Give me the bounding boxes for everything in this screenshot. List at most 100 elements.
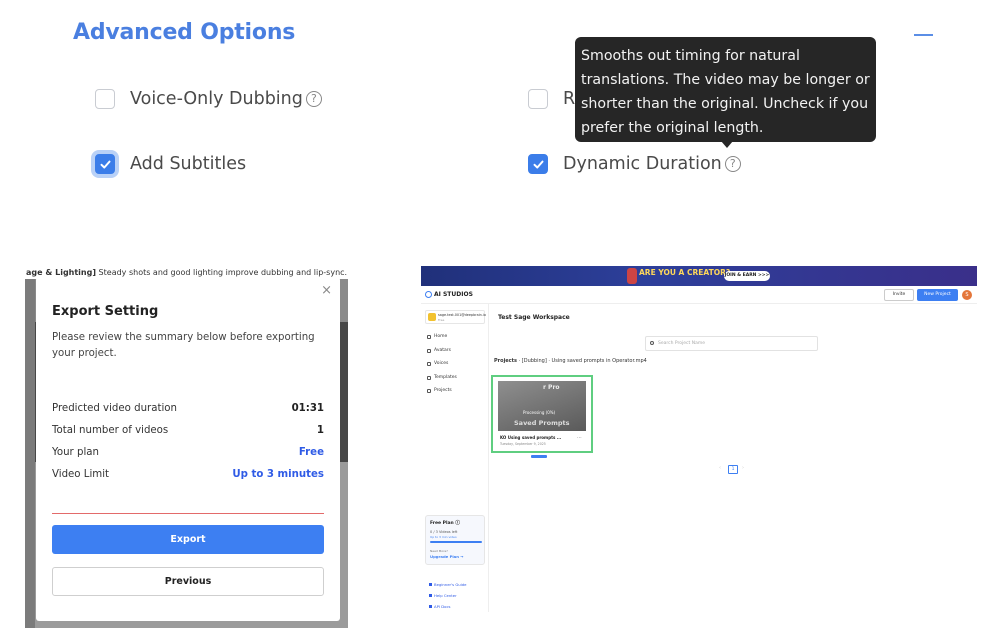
close-icon[interactable]: × <box>321 283 332 298</box>
status-badge <box>531 455 547 458</box>
option-hidden[interactable]: R <box>528 89 575 109</box>
row-value: 1 <box>316 425 324 436</box>
dialog-description: Please review the summary below before e… <box>52 332 315 359</box>
project-card[interactable]: r Pro Processing (0%) Saved Prompts KO U… <box>491 375 593 453</box>
plan-need-more: Need More? <box>430 549 448 553</box>
row-label: Predicted video duration <box>52 403 177 414</box>
breadcrumb: Projects · [Dubbing] · Using saved promp… <box>494 358 647 364</box>
row-label: Your plan <box>52 447 99 458</box>
sidebar-item-templates[interactable]: Templates <box>427 375 457 380</box>
link-label: Beginner's Guide <box>434 582 467 587</box>
project-date: Tuesday, September 9, 2025 <box>500 442 546 446</box>
export-button[interactable]: Export <box>52 525 324 554</box>
summary-row: Total number of videos 1 <box>52 425 324 436</box>
sidebar: sage.test.001@deepbrain.io Free Home Ava… <box>421 304 489 612</box>
plan-videos-left: 0 / 3 Videos left <box>430 530 458 534</box>
divider <box>52 513 324 514</box>
search-input[interactable]: Search Project Name <box>645 336 818 351</box>
dynamic-duration-checkbox[interactable] <box>528 154 548 174</box>
workspace-icon <box>428 313 436 321</box>
row-label: Total number of videos <box>52 425 169 436</box>
workspace-title: Test Sage Workspace <box>498 314 570 321</box>
help-icon[interactable]: ? <box>305 91 322 107</box>
add-subtitles-checkbox[interactable] <box>95 154 115 174</box>
project-title: KO Using saved prompts ... <box>500 435 562 440</box>
search-placeholder: Search Project Name <box>658 341 705 346</box>
invite-button[interactable]: Invite <box>884 289 914 301</box>
option-add-subtitles[interactable]: Add Subtitles <box>95 154 246 174</box>
sidebar-item-home[interactable]: Home <box>427 334 447 339</box>
logo-text[interactable]: AI STUDIOS <box>434 291 473 298</box>
sidebar-item-voices[interactable]: Voices <box>427 361 448 366</box>
plan-title: Free Plan ⓘ <box>430 521 460 526</box>
api-docs-icon <box>429 605 432 608</box>
thumbnail-overlay-bottom: Saved Prompts <box>514 419 570 427</box>
banner-button[interactable]: JOIN & EARN >>> <box>724 271 770 281</box>
summary-row: Predicted video duration 01:31 <box>52 403 324 414</box>
summary-row: Video Limit Up to 3 minutes <box>52 469 324 480</box>
dynamic-duration-tooltip: Smooths out timing for natural translati… <box>575 37 876 142</box>
help-center-link[interactable]: Help Center <box>429 593 457 598</box>
sidebar-item-label: Projects <box>434 388 452 393</box>
dialog-title: Export Setting <box>52 304 159 319</box>
background-edge <box>25 279 35 628</box>
beginners-guide-link[interactable]: Beginner's Guide <box>429 582 467 587</box>
processing-status: Processing (0%) <box>523 410 556 415</box>
main-content: Test Sage Workspace Search Project Name … <box>490 304 977 612</box>
check-icon <box>533 160 543 168</box>
api-docs-link[interactable]: API Docs <box>429 604 451 609</box>
plan-usage-bar <box>430 541 482 543</box>
option-dynamic-duration[interactable]: Dynamic Duration ? <box>528 154 741 174</box>
plan-card: Free Plan ⓘ 0 / 3 Videos left Up to 3 mi… <box>425 515 485 565</box>
row-value: Free <box>298 447 324 458</box>
ai-studios-screenshot: ARE YOU A CREATOR? JOIN & EARN >>> AI ST… <box>421 266 977 612</box>
hidden-option-checkbox[interactable] <box>528 89 548 109</box>
logo-icon <box>425 291 432 298</box>
previous-button[interactable]: Previous <box>52 567 324 596</box>
home-icon <box>427 334 431 339</box>
workspace-name: sage.test.001@deepbrain.io <box>438 313 486 317</box>
export-setting-dialog: × Export Setting Please review the summa… <box>36 277 340 621</box>
app-header: AI STUDIOS Invite New Project S <box>421 286 977 304</box>
sidebar-item-label: Home <box>434 334 448 339</box>
page-number[interactable]: 1 <box>728 465 738 474</box>
voice-only-checkbox[interactable] <box>95 89 115 109</box>
sidebar-item-label: Avatars <box>434 348 451 353</box>
option-voice-only-dubbing[interactable]: Voice-Only Dubbing ? <box>95 89 322 109</box>
add-subtitles-label: Add Subtitles <box>130 154 247 174</box>
sidebar-item-label: Templates <box>434 375 457 380</box>
export-screenshot: age & Lighting] Steady shots and good li… <box>25 267 348 628</box>
search-icon <box>650 341 654 345</box>
check-icon <box>100 160 110 168</box>
projects-icon <box>427 388 431 393</box>
next-page-icon[interactable]: › <box>742 465 744 471</box>
new-project-button[interactable]: New Project <box>917 289 958 301</box>
link-label: Help Center <box>434 593 457 598</box>
promo-banner[interactable]: ARE YOU A CREATOR? JOIN & EARN >>> <box>421 266 977 286</box>
banner-title: ARE YOU A CREATOR? <box>639 268 731 277</box>
help-center-icon <box>429 594 432 597</box>
dynamic-duration-label: Dynamic Duration <box>563 154 722 174</box>
advanced-options-title: Advanced Options <box>73 20 296 45</box>
upgrade-plan-link[interactable]: Upgrade Plan → <box>430 554 463 559</box>
tooltip-arrow <box>721 141 733 148</box>
workspace-selector[interactable]: sage.test.001@deepbrain.io Free <box>425 310 486 324</box>
collapse-icon[interactable] <box>914 34 933 36</box>
sidebar-item-label: Voices <box>434 361 449 366</box>
templates-icon <box>427 375 431 380</box>
thumbnail-overlay-top: r Pro <box>543 384 560 391</box>
workspace-plan: Free <box>438 318 445 322</box>
plan-limit: Up to 3 min video <box>430 535 457 539</box>
sidebar-item-avatars[interactable]: Avatars <box>427 348 451 353</box>
sidebar-item-projects[interactable]: Projects <box>427 388 452 393</box>
more-icon[interactable]: ··· <box>577 435 582 441</box>
voice-only-label: Voice-Only Dubbing <box>130 89 303 109</box>
avatar[interactable]: S <box>962 290 972 300</box>
avatars-icon <box>427 348 431 353</box>
prev-page-icon[interactable]: ‹ <box>719 465 721 471</box>
help-icon[interactable]: ? <box>724 156 741 172</box>
banner-figure-icon <box>627 268 637 284</box>
row-value: Up to 3 minutes <box>232 469 324 480</box>
voices-icon <box>427 361 431 366</box>
link-label: API Docs <box>434 604 451 609</box>
